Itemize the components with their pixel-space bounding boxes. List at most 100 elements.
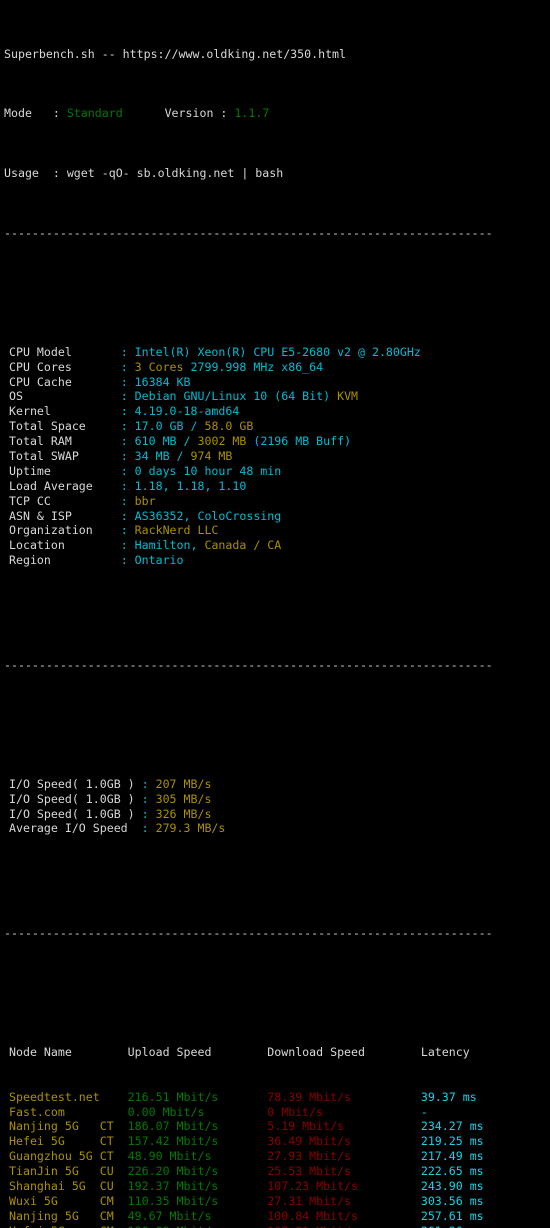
sysinfo-row: Total Space : 17.0 GB / 58.0 GB — [0, 419, 550, 434]
node-name-cell: Speedtest.net — [9, 1089, 100, 1104]
sysinfo-row: Location : Hamilton, Canada / CA — [0, 538, 550, 553]
latency-cell: 257.61 ms — [420, 1208, 484, 1223]
sysinfo-label: Total Space — [9, 419, 121, 434]
header-title: Superbench.sh -- https://www.oldking.net… — [4, 46, 347, 61]
io-speed-row: I/O Speed( 1.0GB ) : 207 MB/s — [0, 777, 550, 792]
speedtest-row: Speedtest.net 216.51 Mbit/s 78.39 Mbit/s… — [0, 1090, 550, 1105]
terminal-output: Superbench.sh -- https://www.oldking.net… — [0, 0, 550, 1228]
sysinfo-row: CPU Cores : 3 Cores 2799.998 MHz x86_64 — [0, 360, 550, 375]
isp-cell: CM — [99, 1208, 128, 1223]
sysinfo-value: 3 Cores 2799.998 MHz x86_64 — [134, 359, 324, 374]
sysinfo-colon: : — [120, 478, 135, 493]
latency-cell: 243.90 ms — [420, 1179, 484, 1194]
latency-cell: 234.27 ms — [420, 1119, 484, 1134]
header-title-row: Superbench.sh -- https://www.oldking.net… — [0, 47, 550, 62]
speedtest-table-body: Speedtest.net 216.51 Mbit/s 78.39 Mbit/s… — [0, 1090, 550, 1228]
sysinfo-row: Total SWAP : 34 MB / 974 MB — [0, 449, 550, 464]
sysinfo-colon: : — [120, 449, 135, 463]
sysinfo-label: CPU Model — [9, 344, 121, 359]
sysinfo-value: 34 MB / 974 MB — [134, 449, 233, 463]
sysinfo-label: Organization — [9, 523, 121, 538]
upload-speed-cell: 192.37 Mbit/s — [127, 1179, 268, 1194]
download-speed-cell: 78.39 Mbit/s — [267, 1089, 421, 1104]
io-speed-row: Average I/O Speed : 279.3 MB/s — [0, 821, 550, 836]
sysinfo-label: Location — [9, 538, 121, 553]
upload-speed-cell: 48.90 Mbit/s — [127, 1149, 268, 1164]
upload-speed-cell: 226.20 Mbit/s — [127, 1164, 268, 1179]
sysinfo-colon: : — [120, 523, 135, 538]
sysinfo-colon: : — [120, 553, 135, 568]
sysinfo-colon: : — [120, 463, 135, 478]
sysinfo-value: 0 days 10 hour 48 min — [134, 463, 282, 478]
latency-cell: 39.37 ms — [420, 1089, 477, 1104]
separator-3: ----------------------------------------… — [4, 925, 493, 940]
sysinfo-value: Hamilton, Canada / CA — [134, 538, 282, 553]
isp-cell: CT — [99, 1119, 128, 1134]
speedtest-table-header: Node Name Upload Speed Download Speed La… — [0, 1045, 550, 1060]
io-speed-value: 279.3 MB/s — [155, 821, 226, 836]
version-value: 1.1.7 — [234, 106, 270, 121]
io-speed-row: I/O Speed( 1.0GB ) : 326 MB/s — [0, 807, 550, 822]
latency-cell: 219.25 ms — [420, 1134, 484, 1149]
header-mode-row: Mode : Standard Version : 1.1.7 — [0, 106, 550, 121]
sysinfo-row: Uptime : 0 days 10 hour 48 min — [0, 464, 550, 479]
io-speed-label: Average I/O Speed — [9, 821, 142, 836]
col-upload-speed: Upload Speed — [127, 1044, 268, 1059]
speedtest-row: TianJin 5G CU 226.20 Mbit/s 25.53 Mbit/s… — [0, 1164, 550, 1179]
sysinfo-row: CPU Cache : 16384 KB — [0, 375, 550, 390]
speedtest-row: Shanghai 5G CU 192.37 Mbit/s 107.23 Mbit… — [0, 1179, 550, 1194]
sysinfo-colon: : — [120, 359, 135, 374]
usage-label: Usage : — [4, 165, 67, 180]
mode-label: Mode : — [4, 106, 67, 121]
sysinfo-colon: : — [120, 493, 135, 508]
sysinfo-colon: : — [120, 419, 135, 434]
speedtest-row: Fast.com 0.00 Mbit/s 0 Mbit/s - — [0, 1105, 550, 1120]
node-name-cell: Nanjing 5G — [9, 1119, 100, 1134]
sysinfo-row: Organization : RackNerd LLC — [0, 523, 550, 538]
latency-cell: 222.65 ms — [420, 1164, 484, 1179]
io-speed-value: 207 MB/s — [155, 776, 212, 791]
col-download-speed: Download Speed — [267, 1044, 421, 1059]
latency-cell: 261.36 ms — [421, 1224, 484, 1228]
col-latency: Latency — [420, 1044, 470, 1059]
sysinfo-value: 610 MB / 3002 MB (2196 MB Buff) — [134, 434, 352, 449]
io-speed-label: I/O Speed( 1.0GB ) — [9, 776, 142, 791]
download-speed-cell: 36.49 Mbit/s — [267, 1134, 421, 1149]
io-speed-colon: : — [141, 776, 156, 791]
sysinfo-value: 4.19.0-18-amd64 — [134, 404, 240, 419]
sysinfo-value: 1.18, 1.18, 1.10 — [134, 478, 247, 493]
separator-2: ----------------------------------------… — [4, 657, 493, 672]
isp-cell: CM — [99, 1193, 128, 1208]
io-speed-block: I/O Speed( 1.0GB ) : 207 MB/s I/O Speed( … — [0, 777, 550, 837]
sysinfo-label: Uptime — [9, 463, 121, 478]
sysinfo-row: OS : Debian GNU/Linux 10 (64 Bit) KVM — [0, 389, 550, 404]
download-speed-cell: 27.31 Mbit/s — [267, 1193, 421, 1208]
io-speed-colon: : — [141, 821, 156, 836]
upload-speed-cell: 0.00 Mbit/s — [127, 1104, 268, 1119]
header-usage-row: Usage : wget -qO- sb.oldking.net | bash — [0, 166, 550, 181]
sysinfo-colon: : — [120, 404, 135, 419]
sysinfo-label: CPU Cores — [9, 359, 121, 374]
download-speed-cell: 100.84 Mbit/s — [267, 1208, 421, 1223]
sysinfo-colon: : — [120, 434, 135, 449]
speedtest-row: Wuxi 5G CM 110.35 Mbit/s 27.31 Mbit/s 30… — [0, 1194, 550, 1209]
io-speed-label: I/O Speed( 1.0GB ) — [9, 806, 142, 821]
sysinfo-label: CPU Cache — [9, 374, 121, 389]
isp-cell: CT — [99, 1149, 128, 1164]
download-speed-cell: 27.93 Mbit/s — [267, 1149, 421, 1164]
upload-speed-cell: 157.42 Mbit/s — [127, 1134, 268, 1149]
sysinfo-value: AS36352, ColoCrossing — [134, 508, 282, 523]
isp-cell: CM — [100, 1224, 128, 1228]
system-info-block: CPU Model : Intel(R) Xeon(R) CPU E5-2680… — [0, 345, 550, 568]
latency-cell: 303.56 ms — [420, 1193, 484, 1208]
sysinfo-row: ASN & ISP : AS36352, ColoCrossing — [0, 509, 550, 524]
mode-value: Standard — [66, 106, 165, 121]
header-usage: Usage : wget -qO- sb.oldking.net | bash — [4, 166, 283, 180]
io-speed-row: I/O Speed( 1.0GB ) : 305 MB/s — [0, 792, 550, 807]
io-speed-colon: : — [141, 806, 156, 821]
